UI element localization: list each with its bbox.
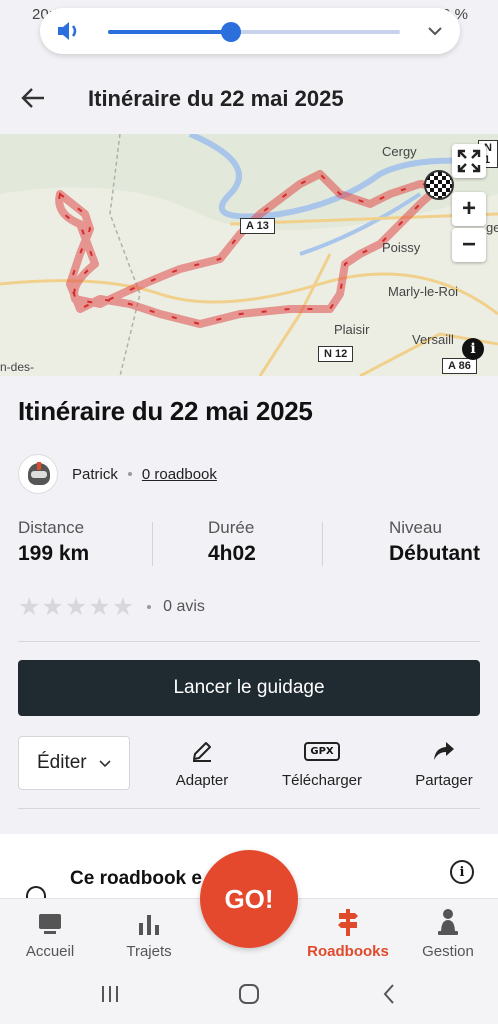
star-icon: ★ [64,593,88,621]
volume-slider[interactable] [108,22,400,42]
star-icon: ★ [18,593,41,621]
divider [322,522,323,566]
map-label-plaisir: Plaisir [334,322,370,337]
road-n12: N 12 [318,346,354,362]
author-row: Patrick 0 roadbook [18,452,217,496]
edit-dropdown[interactable]: Éditer [18,736,130,790]
back-arrow-icon[interactable] [20,86,46,110]
avatar[interactable] [18,454,58,494]
expand-icon [457,149,481,173]
zoom-out-button[interactable]: − [452,228,486,262]
adapt-button[interactable]: Adapter [152,738,252,789]
info-icon[interactable]: i [450,860,474,884]
stat-label: Niveau [389,518,442,537]
map-label-edge-right: ge [486,220,498,235]
home-icon [39,914,61,934]
speaker-icon[interactable] [56,19,82,43]
rating-row[interactable]: ★★★★★ 0 avis [18,592,205,622]
map-label-poissy: Poissy [382,240,421,255]
stat-level: Niveau Débutant [389,518,480,566]
share-label: Partager [415,772,473,789]
stat-duration: Durée 4h02 [208,518,256,566]
author-name[interactable]: Patrick [72,466,118,483]
page-title: Itinéraire du 22 mai 2025 [88,86,344,111]
volume-panel [40,8,460,54]
zoom-in-button[interactable]: + [452,192,486,226]
star-icon: ★ [41,593,64,621]
roadbook-count-link[interactable]: 0 roadbook [142,466,217,483]
roadbook-card-text: Ce roadbook e [70,868,202,889]
stat-label: Distance [18,518,85,537]
nav-item-management[interactable]: Gestion [398,907,498,960]
nav-item-trips[interactable]: Trajets [99,907,199,960]
share-arrow-icon [434,742,454,760]
nav-item-home[interactable]: Accueil [0,907,100,960]
review-count[interactable]: 0 avis [163,598,205,616]
map-info-icon[interactable]: i [462,338,484,360]
system-nav-bar [0,966,498,1024]
divider [152,522,153,566]
stat-distance: Distance 199 km [18,518,89,566]
finish-flag-icon [424,170,454,200]
map-label-marly: Marly-le-Roi [388,284,459,299]
nav-label: Trajets [126,943,172,960]
download-label: Télécharger [281,772,363,789]
stat-label: Durée [208,518,255,537]
volume-slider-knob[interactable] [220,22,241,42]
map-label-edge: n-des- [0,360,35,374]
nav-label: Gestion [422,943,474,960]
divider [18,808,480,809]
back-icon[interactable] [378,982,402,1006]
chevron-down-icon [99,760,111,768]
stat-value: 4h02 [208,542,256,565]
star-icon: ★ [88,593,111,621]
stat-value: 199 km [18,542,90,565]
nav-item-roadbooks[interactable]: Roadbooks [298,907,398,960]
nav-label: Roadbooks [307,943,389,960]
map-label-versailles: Versaill [412,332,454,347]
fullscreen-button[interactable] [452,144,486,178]
star-icon: ★ [111,593,135,621]
start-guidance-button[interactable]: Lancer le guidage [18,660,480,716]
volume-slider-fill [108,30,231,34]
stat-value: Débutant [389,542,480,565]
divider [18,641,480,642]
chevron-down-icon[interactable] [426,22,444,40]
road-a13: A 13 [240,218,275,234]
header-bar: Itinéraire du 22 mai 2025 [0,62,498,134]
adapt-label: Adapter [175,772,229,789]
road-a86: A 86 [442,358,477,374]
edit-label: Éditer [37,752,87,773]
star-rating: ★★★★★ [18,592,135,622]
trips-icon [139,915,159,935]
download-button[interactable]: GPX Télécharger [272,738,372,789]
pencil-icon [193,742,211,762]
route-title: Itinéraire du 22 mai 2025 [18,396,313,426]
share-button[interactable]: Partager [394,738,494,789]
home-button-icon[interactable] [236,982,262,1006]
roadbooks-icon [338,909,358,936]
nav-label: Accueil [25,943,75,960]
gpx-icon: GPX [304,741,340,761]
profile-icon [438,909,458,935]
go-button[interactable]: GO! [200,850,298,948]
action-row: Éditer Adapter GPX Télécharger Partager [18,734,480,790]
recent-apps-icon[interactable] [98,982,122,1006]
route-map[interactable]: Cergy Poissy Marly-le-Roi Plaisir Versai… [0,134,498,376]
map-label-cergy: Cergy [382,144,417,159]
route-stats: Distance 199 km Durée 4h02 Niveau Débuta… [18,518,480,570]
